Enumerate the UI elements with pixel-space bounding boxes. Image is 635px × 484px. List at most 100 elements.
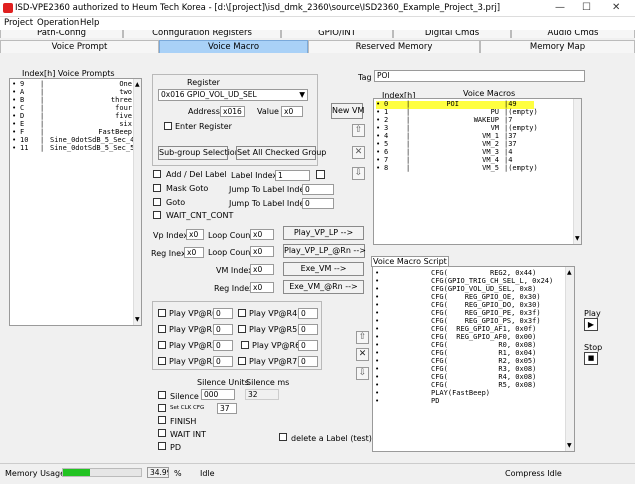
mask-goto-checkbox[interactable] [153,184,161,192]
scroll-up-icon[interactable]: ▲ [567,269,572,276]
move-up-icon[interactable]: ⇧ [352,124,365,137]
close-button[interactable]: ✕ [612,2,620,13]
exe-vm-rn-button[interactable]: Exe_VM_@Rn --> [283,280,364,294]
address-input[interactable]: x016 [220,106,245,117]
play-vp-r1-checkbox[interactable] [158,325,166,333]
tab-gpio-int[interactable]: GPIO/INT [281,30,393,38]
list-item[interactable]: • D | five [12,112,132,121]
maximize-button[interactable]: ☐ [582,2,591,13]
loop-count-input-1[interactable]: x0 [250,229,274,240]
tab-configuration-registers[interactable]: Configuration Registers [123,30,281,38]
list-item[interactable]: • B | three [12,96,132,105]
tab-voice-prompt[interactable]: Voice Prompt [0,40,159,53]
tab-memory-map[interactable]: Memory Map [480,40,635,53]
play-icon[interactable]: ▶ [584,318,598,331]
jump-index-input-2[interactable]: 0 [302,198,334,209]
play-vp-r3-checkbox[interactable] [158,357,166,365]
vp-index-input[interactable]: x0 [186,229,204,240]
play-vp-r2-input[interactable]: 0 [213,340,233,351]
new-vm-button[interactable]: New VM [331,103,364,119]
silence-ms-input: 32 [245,389,279,400]
play-vp-r0-checkbox[interactable] [158,309,166,317]
play-vp-r2-checkbox[interactable] [158,341,166,349]
title-bar: ISD-VPE2360 authorized to Heum Tech Kore… [0,0,635,17]
goto-checkbox[interactable] [153,198,161,206]
loop-count-input-2[interactable]: x0 [250,246,274,257]
play-vp-lp-button[interactable]: Play_VP_LP --> [283,226,364,240]
silence-units-input[interactable]: 000 [201,389,235,400]
delete-x-icon[interactable]: ✕ [352,146,365,159]
play-vp-r1-input[interactable]: 0 [213,324,233,335]
tab-audio-cmds[interactable]: Audio Cmds [511,30,635,38]
stop-icon[interactable]: ■ [584,352,598,365]
jump-index-input-1[interactable]: 0 [302,184,334,195]
tag-input[interactable]: POI [374,70,585,82]
scroll-down-icon[interactable]: ▼ [567,442,572,449]
script-down-icon[interactable]: ⇩ [356,367,369,380]
finish-checkbox[interactable] [158,416,166,424]
table-row[interactable]: • 8 | VM_5 |(empty) [376,164,574,173]
list-item[interactable]: • 11 | Sine_0dotSdB_5_Sec_55 [12,144,139,153]
play-vp-r7-checkbox[interactable] [238,357,246,365]
wait-int-checkbox[interactable] [158,429,166,437]
silence-checkbox[interactable] [158,391,166,399]
play-vp-r0-input[interactable]: 0 [213,308,233,319]
play-vp-lp-rn-button[interactable]: Play_VP_LP_@Rn --> [283,244,366,258]
subgroup-selection-button[interactable]: Sub-group Selection [158,146,240,160]
play-vp-r3-input[interactable]: 0 [213,356,233,367]
play-vp-r4-checkbox[interactable] [238,309,246,317]
play-vp-r5-checkbox[interactable] [238,325,246,333]
move-down-icon[interactable]: ⇩ [352,167,365,180]
reg-inex-input[interactable]: x0 [184,247,204,258]
reg-index-input[interactable]: x0 [250,282,274,293]
menu-help[interactable]: Help [80,18,99,28]
voice-prompts-scrollbar[interactable]: ▲ ▼ [133,79,141,325]
tab-voice-macro[interactable]: Voice Macro [159,40,308,53]
scroll-down-icon[interactable]: ▼ [575,235,580,242]
register-select[interactable]: 0x016 GPIO_VOL_UD_SEL ▼ [158,89,308,101]
stop-label: Stop [584,343,603,352]
script-delete-icon[interactable]: ✕ [356,348,369,361]
macro-name: POI [446,100,459,108]
scroll-down-icon[interactable]: ▼ [135,316,140,323]
set-all-checked-group-button[interactable]: Set All Checked Group [236,146,326,160]
compress-status: Compress Idle [505,469,562,478]
script-line[interactable]: • PD [375,397,565,406]
script-line[interactable]: • PLAY(FastBeep) [375,389,565,398]
clk-input[interactable]: 37 [217,403,237,414]
exe-vm-button[interactable]: Exe_VM --> [283,262,364,276]
label-index-box[interactable] [316,170,325,179]
play-vp-r7-input[interactable]: 0 [298,356,318,367]
voice-prompts-list[interactable]: • 9 | One • A | two • B | three • C | four • D | five • E | six… [9,78,142,326]
jump-label-index-1: Jump To Label Index [229,185,309,194]
play-vp-r6-input[interactable]: 0 [298,340,318,351]
voice-macros-scrollbar[interactable]: ▼ [573,99,581,244]
voice-macro-script[interactable]: • CFG( REG2, 0x44) • CFG(GPIO_TRIG_CH_SEL_L… [372,266,575,452]
tab-reserved-memory[interactable]: Reserved Memory [308,40,480,53]
vm-index-input[interactable]: x0 [250,264,274,275]
value-input[interactable]: x0 [281,106,303,117]
menu-operation[interactable]: Operation [37,18,79,28]
scroll-up-icon[interactable]: ▲ [135,81,140,88]
script-up-icon[interactable]: ⇧ [356,331,369,344]
list-item[interactable]: • C | four [12,104,132,113]
menu-bar: Project Operation Help [0,17,635,30]
play-vp-r5-input[interactable]: 0 [298,324,318,335]
play-vp-r4-input[interactable]: 0 [298,308,318,319]
play-vp-r6-checkbox[interactable] [241,341,249,349]
menu-project[interactable]: Project [4,18,33,28]
tab-path-config[interactable]: Path-Config [0,30,123,38]
tab-digital-cmds[interactable]: Digital Cmds [393,30,511,38]
label-index-input[interactable]: 1 [275,170,310,181]
pd-checkbox[interactable] [158,442,166,450]
wait-cnt-cont-checkbox[interactable] [153,211,161,219]
minimize-button[interactable]: — [555,2,565,13]
delete-label-checkbox[interactable] [279,433,287,441]
enter-register-checkbox[interactable] [164,122,172,130]
delete-label-text: delete a Label (test) [291,434,372,443]
list-item[interactable]: • 9 | One [12,80,132,89]
set-clk-checkbox[interactable] [158,404,166,412]
script-scrollbar[interactable]: ▲ ▼ [565,267,574,451]
add-del-label-checkbox[interactable] [153,170,161,178]
voice-macros-list[interactable]: • 0 | POI |49 • 1 | PU |(empty) • 2 | WAKEUP |7 • 3 | VM |(… [373,98,582,245]
